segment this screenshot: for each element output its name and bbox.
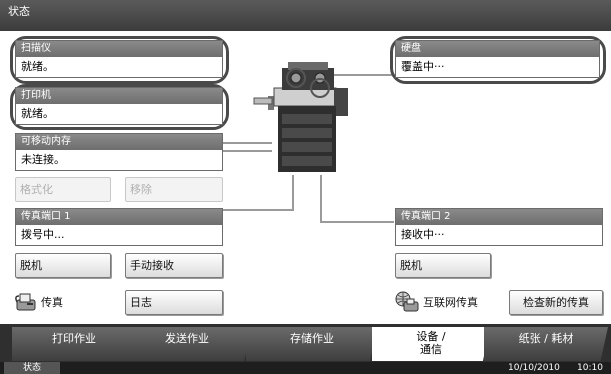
hdd-title: 硬盘 [396, 41, 599, 57]
tab-send-jobs-label: 发送作业 [165, 332, 209, 345]
fax-port-1-panel[interactable]: 传真端口 1 拨号中... [15, 208, 223, 246]
fax-icon [15, 293, 36, 311]
connector-line [320, 175, 322, 223]
hdd-status: 覆盖中··· [401, 60, 445, 73]
tab-device-communication-line2: 通信 [420, 343, 442, 356]
log-button[interactable]: 日志 [125, 290, 223, 315]
connector-line [320, 221, 394, 223]
removable-memory-status: 未连接。 [21, 153, 65, 166]
tab-device-communication[interactable]: 设备 / 通信 [372, 327, 490, 361]
tab-paper-supplies-label: 纸张 / 耗材 [518, 332, 574, 345]
fax-port-1-title: 传真端口 1 [16, 209, 222, 225]
tab-print-jobs[interactable]: 打印作业 [12, 327, 136, 361]
removable-memory-panel[interactable]: 可移动内存 未连接。 [15, 133, 223, 171]
connector-line [222, 209, 294, 211]
remove-button[interactable]: 移除 [125, 177, 223, 202]
tab-device-communication-line1: 设备 / [416, 330, 446, 343]
check-new-fax-button[interactable]: 检查新的传真 [509, 290, 603, 315]
fax-port-1-status: 拨号中... [21, 228, 65, 241]
internet-fax-label-group: 互联网传真 [395, 290, 478, 314]
scanner-panel[interactable]: 扫描仪 就绪。 [15, 40, 223, 78]
footer-time: 10:10 [577, 363, 603, 373]
fax-port-2-title: 传真端口 2 [396, 209, 602, 225]
footer-status-button[interactable]: 状态 [4, 362, 60, 374]
hdd-panel[interactable]: 硬盘 覆盖中··· [395, 40, 600, 78]
printer-title: 打印机 [16, 88, 222, 104]
connector-line [292, 175, 294, 211]
printer-status: 就绪。 [21, 107, 54, 120]
manual-receive-button[interactable]: 手动接收 [125, 253, 223, 278]
scanner-status: 就绪。 [21, 60, 54, 73]
fax-label-group: 传真 [15, 290, 63, 314]
fax-port-2-status: 接收中··· [401, 228, 445, 241]
removable-memory-title: 可移动内存 [16, 134, 222, 150]
offline-right-button[interactable]: 脱机 [395, 253, 491, 278]
internet-fax-label: 互联网传真 [423, 296, 478, 309]
footer-status-bar: 状态 10/10/2010 10:10 [0, 362, 611, 374]
mfp-device-icon [253, 62, 348, 172]
tab-print-jobs-label: 打印作业 [52, 332, 96, 345]
tab-storage-jobs[interactable]: 存储作业 [246, 327, 378, 361]
fax-port-2-panel[interactable]: 传真端口 2 接收中··· [395, 208, 603, 246]
internet-fax-icon [395, 291, 419, 312]
tab-paper-supplies[interactable]: 纸张 / 耗材 [484, 327, 608, 361]
window-title: 状态 [8, 5, 30, 18]
offline-left-button[interactable]: 脱机 [15, 253, 111, 278]
tab-storage-jobs-label: 存储作业 [290, 332, 334, 345]
format-button[interactable]: 格式化 [15, 177, 111, 202]
footer-date: 10/10/2010 [508, 363, 560, 373]
scanner-title: 扫描仪 [16, 41, 222, 57]
tab-send-jobs[interactable]: 发送作业 [122, 327, 252, 361]
title-bar: 状态 [0, 0, 611, 31]
printer-panel[interactable]: 打印机 就绪。 [15, 87, 223, 125]
footer-status-label: 状态 [22, 363, 41, 373]
fax-label: 传真 [41, 296, 63, 309]
